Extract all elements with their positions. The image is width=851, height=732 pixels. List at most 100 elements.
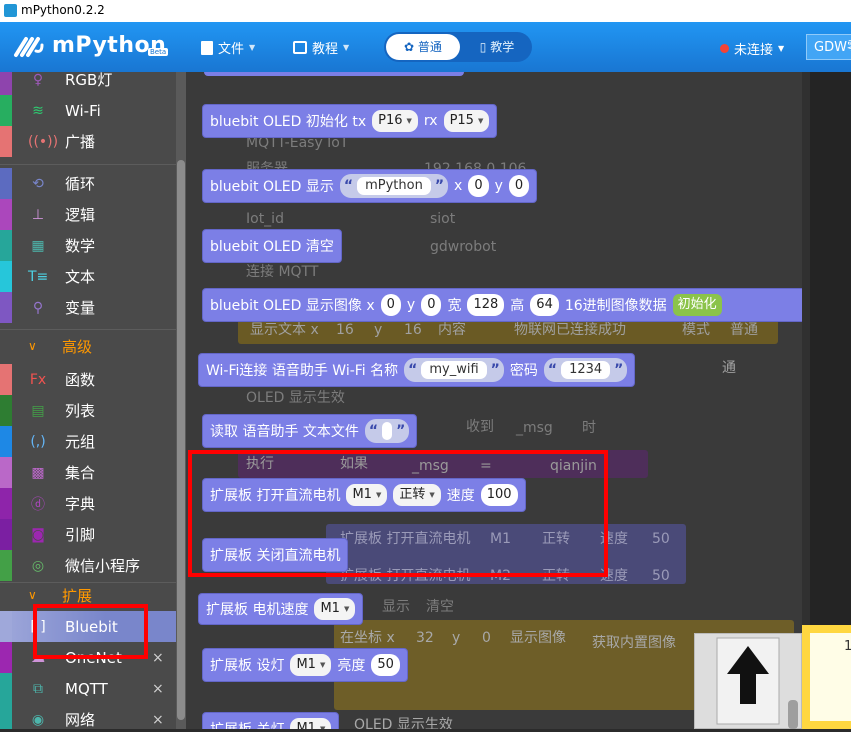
light-off-block[interactable]: 扩展板 关灯 M1▼: [202, 712, 340, 729]
tuple-icon: (,): [30, 433, 46, 450]
block-label: bluebit OLED 初始化 tx: [210, 114, 367, 130]
sidebar-item-logic[interactable]: ⊥ 逻辑: [0, 199, 176, 230]
read-text-file-block[interactable]: 读取 语音助手 文本文件 “”: [202, 414, 418, 448]
sidebar-item-mqtt[interactable]: ⧉ MQTT ×: [0, 673, 176, 704]
chevron-down-icon: ▼: [319, 661, 326, 669]
sidebar-item-label: 引脚: [65, 526, 96, 544]
sidebar-item-list[interactable]: ▤ 列表: [0, 395, 176, 426]
sidebar-item-network[interactable]: ◉ 网络 ×: [0, 704, 176, 729]
text-input[interactable]: “mPython”: [339, 174, 449, 198]
top-bar: mPython Beta 文件 ▼ 教程 ▼ ✿ 普通 ▯ 教学 未连接 ▼ G…: [0, 22, 851, 72]
sidebar-item-tuple[interactable]: (,) 元组: [0, 426, 176, 457]
height-number-input[interactable]: 64: [530, 294, 559, 316]
ghost-block: 50: [652, 531, 670, 547]
string-value: my_wifi: [421, 361, 487, 379]
ghost-block: OLED 显示生效: [354, 717, 453, 729]
wifi-connect-block[interactable]: Wi-Fi连接 语音助手 Wi-Fi 名称 “my_wifi” 密码 “1234…: [198, 353, 636, 387]
brightness-number-input[interactable]: 50: [371, 654, 400, 676]
filename-input[interactable]: “”: [364, 419, 410, 443]
category-color-bar: [0, 199, 12, 230]
dropdown-value: M1: [296, 657, 316, 672]
status-dot-icon: [720, 44, 729, 53]
block-label: 扩展板 关灯: [210, 719, 284, 729]
file-menu[interactable]: 文件 ▼: [201, 38, 255, 57]
sidebar-item-rgb[interactable]: ♀ RGB灯: [0, 72, 176, 95]
tutorial-menu[interactable]: 教程 ▼: [293, 38, 349, 57]
sidebar-item-variable[interactable]: ⚲ 变量: [0, 292, 176, 323]
oled-image-block[interactable]: bluebit OLED 显示图像 x 0 y 0 宽 128 高 64 16进…: [202, 288, 802, 322]
block-label: bluebit OLED 清空: [210, 239, 334, 255]
init-value-block[interactable]: 初始化: [672, 294, 722, 316]
ghost-block: 时: [582, 420, 596, 436]
image-preview-pane: 1: [802, 625, 851, 729]
builtin-image-thumbnail[interactable]: [694, 633, 802, 729]
mode-teach-button[interactable]: ▯ 教学: [464, 34, 530, 60]
y-number-input[interactable]: 0: [508, 175, 530, 197]
sidebar-item-set[interactable]: ▩ 集合: [0, 457, 176, 488]
motor-dropdown[interactable]: M1 ▼: [314, 598, 356, 620]
mode-teach-label: 教学: [490, 40, 515, 54]
close-icon[interactable]: ×: [152, 681, 164, 697]
ghost-block: 32: [416, 630, 434, 646]
sidebar-item-pin[interactable]: ◙ 引脚: [0, 519, 176, 550]
function-icon: Fx: [29, 371, 47, 388]
section-extension-label: 扩展: [62, 586, 93, 605]
file-icon: [201, 40, 213, 55]
ghost-block: 显示: [382, 599, 410, 615]
connection-status[interactable]: 未连接 ▼: [720, 39, 784, 58]
tutorial-menu-label: 教程: [312, 42, 339, 57]
sidebar-item-loop[interactable]: ⟲ 循环: [0, 168, 176, 199]
puzzle-icon: ✿: [404, 40, 418, 54]
sidebar-item-label: 列表: [65, 402, 96, 420]
password-input[interactable]: “1234”: [543, 358, 628, 382]
sidebar-item-dict[interactable]: ⓓ 字典: [0, 488, 176, 519]
category-color-bar: [0, 673, 12, 704]
x-number-input[interactable]: 0: [380, 294, 401, 316]
highlight-bluebit-category: [33, 604, 148, 659]
ghost-block: 显示图像: [510, 630, 566, 646]
sidebar-item-label: 微信小程序: [65, 557, 141, 575]
mode-normal-button[interactable]: ✿ 普通: [386, 34, 460, 60]
block-label: 16进制图像数据: [564, 298, 667, 314]
ghost-block: 通: [722, 360, 736, 376]
sidebar-item-text[interactable]: T≡ 文本: [0, 261, 176, 292]
sidebar-item-wifi[interactable]: ≋ Wi-Fi: [0, 95, 176, 126]
set-icon: ▩: [31, 464, 45, 481]
wifi-icon: ≋: [32, 102, 44, 119]
oled-init-block[interactable]: bluebit OLED 初始化 tx P16 ▼ rx P15 ▼: [202, 104, 498, 138]
tx-pin-dropdown[interactable]: P16 ▼: [372, 110, 418, 132]
sidebar-item-label: 文本: [65, 268, 96, 286]
light-dropdown[interactable]: M1 ▼: [290, 654, 332, 676]
book-icon: [293, 41, 307, 54]
block-workspace[interactable]: MQTT-Easy IoT 服务器 192.168.0.106 Iot_id s…: [186, 72, 802, 729]
close-icon[interactable]: ×: [152, 712, 164, 728]
sidebar-scrollbar-thumb[interactable]: [177, 160, 185, 720]
oled-show-block[interactable]: bluebit OLED 显示 “mPython” x 0 y 0: [202, 169, 538, 203]
quote-close-icon: ”: [614, 362, 624, 378]
section-advanced[interactable]: ∨ 高级: [0, 333, 176, 359]
close-icon[interactable]: ×: [152, 650, 164, 666]
bulb-icon: ♀: [32, 72, 44, 88]
y-number-input[interactable]: 0: [421, 294, 442, 316]
light-dropdown[interactable]: M1 ▼: [290, 718, 332, 729]
set-light-block[interactable]: 扩展板 设灯 M1 ▼ 亮度 50: [202, 648, 408, 682]
device-button[interactable]: GDW零: [806, 34, 851, 60]
sidebar-item-wechat[interactable]: ◎ 微信小程序: [0, 550, 176, 581]
rx-pin-dropdown[interactable]: P15 ▼: [443, 110, 490, 132]
sidebar-item-broadcast[interactable]: ((•)) 广播: [0, 126, 176, 157]
sidebar-item-label: 变量: [65, 299, 96, 317]
chevron-down-icon: ▼: [343, 605, 350, 613]
ghost-block: _msg: [516, 420, 553, 436]
x-number-input[interactable]: 0: [468, 175, 489, 197]
highlight-motor-blocks: [188, 450, 608, 577]
dropdown-value: P16: [378, 113, 403, 128]
sidebar-item-function[interactable]: Fx 函数: [0, 364, 176, 395]
mode-toggle[interactable]: ✿ 普通 ▯ 教学: [384, 32, 532, 62]
ssid-input[interactable]: “my_wifi”: [404, 358, 504, 382]
sidebar-item-math[interactable]: ▦ 数学: [0, 230, 176, 261]
dropdown-value: M1: [296, 721, 316, 729]
width-number-input[interactable]: 128: [467, 294, 505, 316]
motor-speed-block[interactable]: 扩展板 电机速度 M1 ▼: [198, 593, 364, 625]
oled-clear-block[interactable]: bluebit OLED 清空: [202, 229, 342, 263]
workspace-scrollbar-thumb[interactable]: [788, 700, 798, 729]
